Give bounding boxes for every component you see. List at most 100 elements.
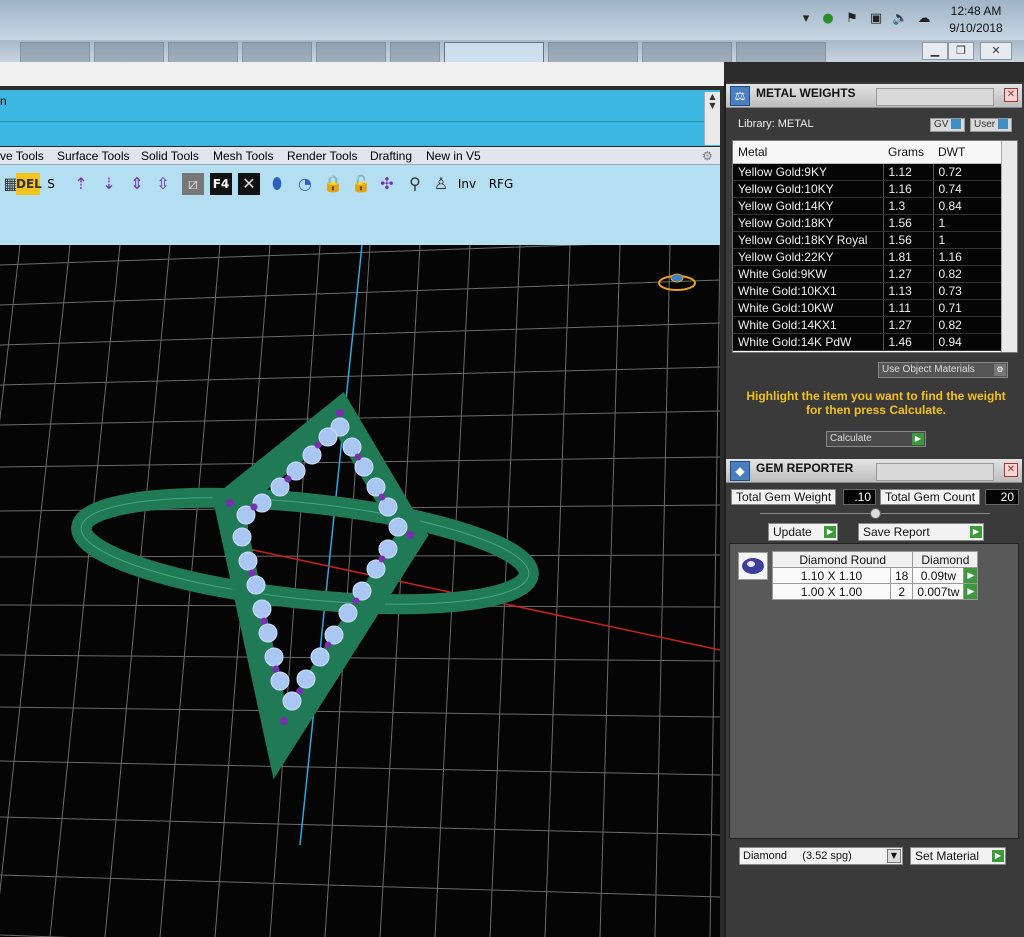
table-row[interactable]: Yellow Gold:9KY 1.12 0.72 [733, 163, 1003, 181]
window-tab[interactable] [242, 42, 312, 62]
move-up-icon[interactable]: ⇡ [70, 173, 92, 195]
gem-count: 2 [889, 583, 914, 600]
tab-curve-tools[interactable]: ve Tools [0, 149, 44, 163]
slash-icon[interactable]: ⧄ [182, 173, 204, 195]
table-row[interactable]: 1.10 X 1.10 18 0.09tw ▶ [772, 567, 979, 584]
window-tab[interactable] [736, 42, 826, 62]
table-row[interactable]: Yellow Gold:22KY 1.81 1.16 [733, 248, 1003, 266]
tab-mesh-tools[interactable]: Mesh Tools [213, 149, 273, 163]
table-row[interactable]: White Gold:10KX1 1.13 0.73 [733, 282, 1003, 300]
chevron-down-icon: ▼ [887, 849, 901, 863]
table-row[interactable]: Yellow Gold:18KY 1.56 1 [733, 214, 1003, 232]
gv-toggle[interactable]: GV [930, 118, 966, 132]
window-tab-active[interactable] [444, 42, 544, 62]
calculate-label: Calculate [830, 433, 872, 444]
unlock-icon[interactable]: 🔓 [350, 173, 372, 195]
s-button[interactable]: S [40, 173, 62, 195]
metal-dwt: 0.82 [933, 316, 1003, 334]
tab-surface-tools[interactable]: Surface Tools [57, 149, 130, 163]
minimize-icon[interactable]: ▁ [922, 42, 948, 60]
3d-viewport[interactable] [0, 245, 720, 937]
command-scrollbar[interactable]: ▲ ▼ [704, 92, 720, 145]
security-shield-icon[interactable]: ● [820, 11, 836, 27]
gear-icon[interactable]: ⚙ [702, 149, 713, 163]
column-header-metal[interactable]: Metal [733, 141, 883, 164]
play-icon[interactable]: ▶ [963, 567, 979, 584]
pivot-icon[interactable]: ✣ [376, 173, 398, 195]
window-tab[interactable] [94, 42, 164, 62]
tab-render-tools[interactable]: Render Tools [287, 149, 358, 163]
cylinder-icon[interactable]: ⬮ [266, 173, 288, 195]
gv-label: GV [934, 119, 949, 130]
inv-button[interactable]: Inv [456, 173, 478, 195]
calculate-button[interactable]: Calculate ▶ [826, 431, 926, 447]
gem-weight: 0.09tw [912, 567, 965, 584]
close-icon[interactable]: ✕ [980, 42, 1012, 60]
table-row[interactable]: White Gold:9KW 1.27 0.82 [733, 265, 1003, 283]
clock-date[interactable]: 9/10/2018 [946, 21, 1006, 35]
tab-drafting[interactable]: Drafting [370, 149, 412, 163]
metal-dwt: 0.71 [933, 299, 1003, 317]
metal-grams: 1.13 [883, 282, 934, 300]
window-tab[interactable] [642, 42, 732, 62]
cloud-icon[interactable]: ☁ [916, 11, 932, 27]
f4-button[interactable]: F4 [210, 173, 232, 195]
update-button[interactable]: Update ▶ [768, 523, 838, 541]
use-object-materials-label: Use Object Materials [882, 364, 975, 375]
lock-icon[interactable]: 🔒 [322, 173, 344, 195]
command-input[interactable] [0, 123, 704, 145]
metal-dwt: 0.82 [933, 265, 1003, 283]
play-icon[interactable]: ▶ [963, 583, 979, 600]
window-tab[interactable] [316, 42, 386, 62]
tab-solid-tools[interactable]: Solid Tools [141, 149, 199, 163]
metal-name: Yellow Gold:9KY [733, 163, 884, 181]
use-object-materials-button[interactable]: Use Object Materials ⚙ [878, 362, 1008, 378]
restore-icon[interactable]: ❐ [948, 42, 974, 60]
set-material-button[interactable]: Set Material ▶ [910, 847, 1006, 865]
user-icon[interactable]: ♙ [430, 173, 452, 195]
table-row[interactable]: White Gold:10KW 1.11 0.71 [733, 299, 1003, 317]
save-report-button[interactable]: Save Report ▶ [858, 523, 984, 541]
chevron-up-icon[interactable]: ▾ [798, 11, 814, 27]
window-tab[interactable] [20, 42, 90, 62]
pin-icon[interactable]: ⚲ [404, 173, 426, 195]
clock-time[interactable]: 12:48 AM [946, 4, 1006, 18]
window-tab[interactable] [548, 42, 638, 62]
shell-icon[interactable]: ◔ [294, 173, 316, 195]
window-tab[interactable] [168, 42, 238, 62]
column-header-dwt[interactable]: DWT [933, 141, 1003, 164]
move-updown-icon[interactable]: ⇕ [126, 173, 148, 195]
table-row[interactable]: White Gold:14KX1 1.27 0.82 [733, 316, 1003, 334]
tab-new-in-v5[interactable]: New in V5 [426, 149, 481, 163]
close-icon[interactable]: ✕ [1004, 88, 1018, 102]
metal-dwt: 0.73 [933, 282, 1003, 300]
rfg-button[interactable]: RFG [486, 173, 516, 195]
cross-icon[interactable]: ✕ [238, 173, 260, 195]
delete-button[interactable]: DEL [16, 173, 42, 195]
viewport-canvas [0, 245, 720, 937]
user-toggle[interactable]: User [970, 118, 1013, 132]
material-select[interactable]: Diamond (3.52 spg) ▼ [739, 847, 903, 865]
metal-dwt: 0.72 [933, 163, 1003, 181]
volume-icon[interactable]: 🔈 [892, 11, 908, 27]
column-header-grams[interactable]: Grams [883, 141, 933, 164]
scale-icon: ⚖ [730, 86, 750, 106]
play-icon: ▶ [992, 850, 1004, 862]
move-down-icon[interactable]: ⇣ [98, 173, 120, 195]
library-label: Library: METAL [738, 118, 814, 130]
move-split-icon[interactable]: ⇳ [152, 173, 174, 195]
gem-reporter-title: GEM REPORTER [756, 461, 854, 475]
window-tab[interactable] [390, 42, 440, 62]
gem-count: 18 [889, 567, 914, 584]
set-material-label: Set Material [915, 849, 980, 863]
table-row[interactable]: White Gold:14K PdW 1.46 0.94 [733, 333, 1003, 351]
flag-icon[interactable]: ⚑ [844, 11, 860, 27]
table-row[interactable]: Yellow Gold:10KY 1.16 0.74 [733, 180, 1003, 198]
table-row[interactable]: Yellow Gold:14KY 1.3 0.84 [733, 197, 1003, 215]
close-icon[interactable]: ✕ [1004, 463, 1018, 477]
table-row[interactable]: Yellow Gold:18KY Royal 1.56 1 [733, 231, 1003, 249]
table-row[interactable]: 1.00 X 1.00 2 0.007tw ▶ [772, 583, 979, 600]
metal-table-scrollbar[interactable] [1001, 141, 1017, 352]
collapse-toggle[interactable] [870, 508, 881, 519]
network-icon[interactable]: ▣ [868, 11, 884, 27]
